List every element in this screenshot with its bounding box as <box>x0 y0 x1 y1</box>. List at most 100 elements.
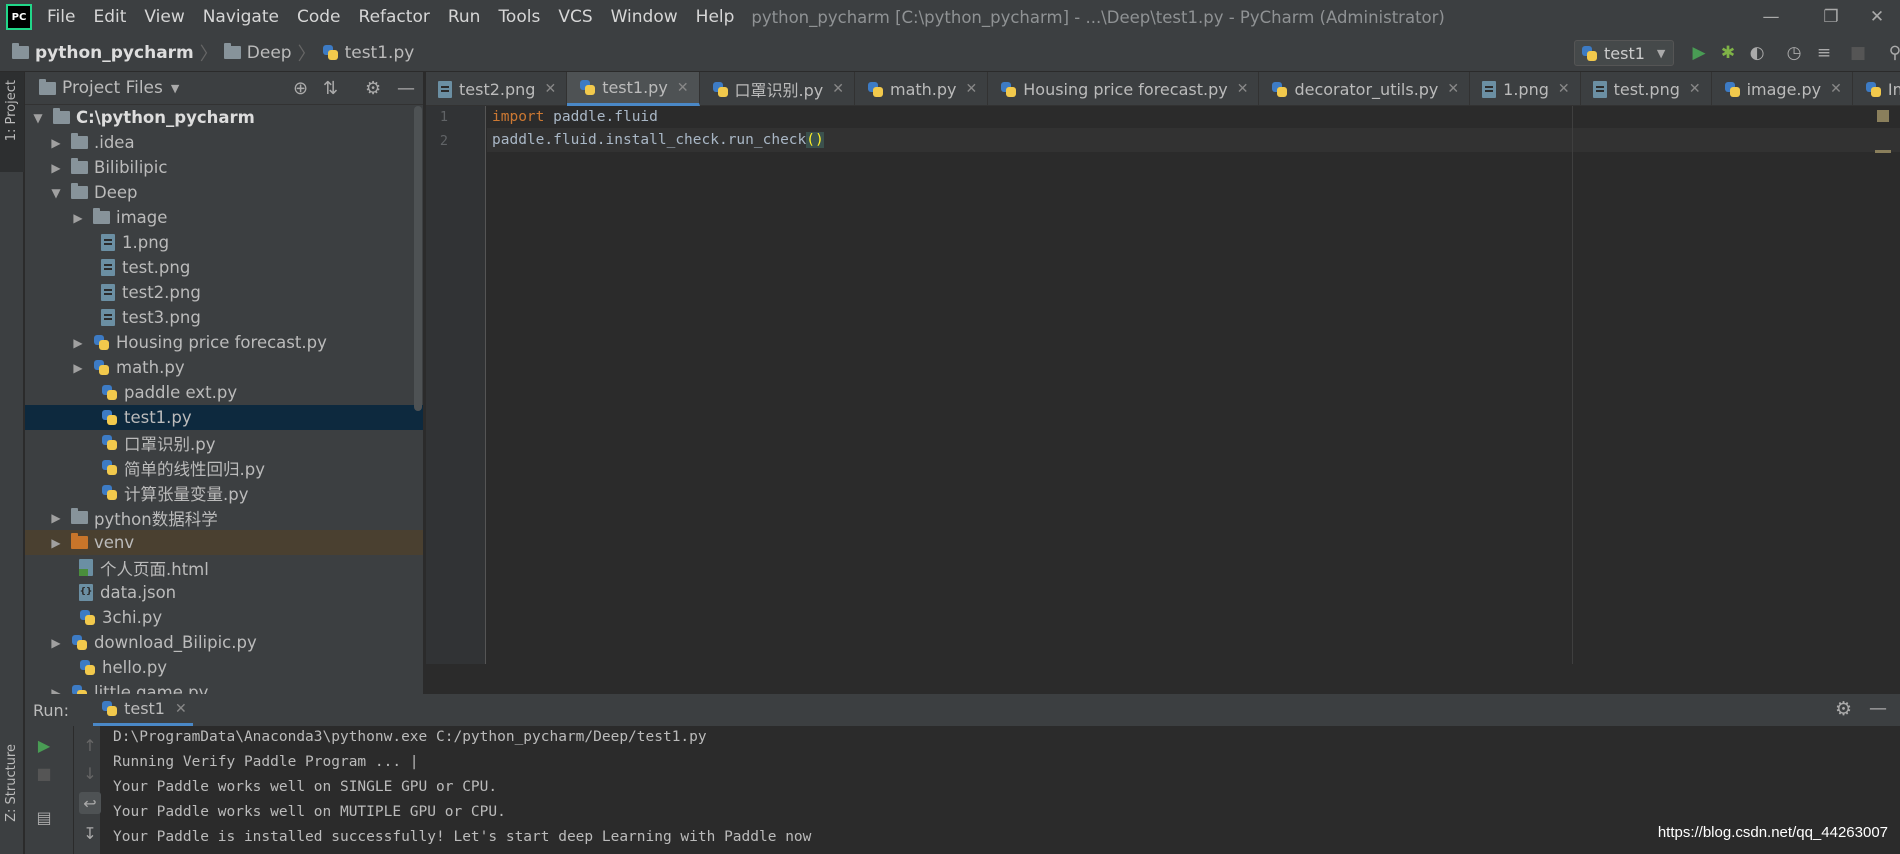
tree-row-json[interactable]: {} data.json <box>25 580 423 605</box>
collapsed-arrow-icon[interactable]: ▶ <box>49 136 63 150</box>
tree-row-littlegame[interactable]: ▶ little game.py <box>25 680 423 695</box>
expanded-arrow-icon[interactable]: ▼ <box>31 111 45 125</box>
menu-run[interactable]: Run <box>439 7 490 27</box>
stop-icon[interactable]: ■ <box>33 762 55 784</box>
run-icon[interactable]: ▶ <box>1688 42 1710 64</box>
collapsed-arrow-icon[interactable]: ▶ <box>71 361 85 375</box>
console-scrollbar[interactable] <box>1888 726 1900 854</box>
tree-row-housing[interactable]: ▶ Housing price forecast.py <box>25 330 423 355</box>
structure-stripe-label[interactable]: Z: Structure <box>4 744 19 822</box>
menu-file[interactable]: File <box>38 7 84 27</box>
menu-refactor[interactable]: Refactor <box>350 7 439 27</box>
collapsed-arrow-icon[interactable]: ▶ <box>49 511 63 525</box>
stop-icon[interactable]: ■ <box>1847 42 1869 64</box>
tab-1-png[interactable]: 1.png ✕ <box>1470 72 1581 106</box>
project-scrollbar[interactable] <box>414 106 422 411</box>
inspection-status-icon[interactable] <box>1877 110 1889 122</box>
gear-icon[interactable]: ⚙ <box>1835 698 1852 720</box>
tree-row-venv[interactable]: ▶ venv <box>25 530 423 555</box>
tree-row-mask[interactable]: 口罩识别.py <box>25 430 423 455</box>
menu-vcs[interactable]: VCS <box>549 7 601 27</box>
tree-row-3chi[interactable]: 3chi.py <box>25 605 423 630</box>
error-stripe-mark[interactable] <box>1875 150 1891 153</box>
locate-icon[interactable]: ⊕ <box>293 78 308 99</box>
pin-tab-icon[interactable]: ▤ <box>33 806 55 828</box>
tab-decorator-py[interactable]: decorator_utils.py ✕ <box>1259 72 1471 106</box>
close-icon[interactable]: ✕ <box>175 701 187 717</box>
menu-code[interactable]: Code <box>288 7 350 27</box>
collapsed-arrow-icon[interactable]: ▶ <box>49 686 63 695</box>
expanded-arrow-icon[interactable]: ▼ <box>49 186 63 200</box>
tab-test1-py[interactable]: test1.py ✕ <box>567 72 700 106</box>
breadcrumb-file[interactable]: test1.py <box>345 43 415 63</box>
tab-mask-py[interactable]: 口罩识别.py ✕ <box>700 72 855 106</box>
tree-row-image[interactable]: ▶ image <box>25 205 423 230</box>
code-line-2[interactable]: paddle.fluid.install_check.run_check() <box>492 132 824 148</box>
collapsed-arrow-icon[interactable]: ▶ <box>49 636 63 650</box>
menu-edit[interactable]: Edit <box>84 7 135 27</box>
close-icon[interactable]: ✕ <box>1854 0 1900 34</box>
gear-icon[interactable]: ⚙ <box>365 78 381 99</box>
tree-row-testpng[interactable]: test.png <box>25 255 423 280</box>
breadcrumb-root[interactable]: python_pycharm <box>35 43 194 63</box>
tree-row-test1[interactable]: test1.py <box>25 405 423 430</box>
close-icon[interactable]: ✕ <box>966 81 978 97</box>
profile-icon[interactable]: ◷ <box>1783 42 1805 64</box>
tree-row-root[interactable]: ▼ C:\python_pycharm <box>25 105 423 130</box>
collapsed-arrow-icon[interactable]: ▶ <box>71 211 85 225</box>
tree-row-paddle-ext[interactable]: paddle ext.py <box>25 380 423 405</box>
close-icon[interactable]: ✕ <box>677 80 689 96</box>
tab-test2-png[interactable]: test2.png ✕ <box>426 72 568 106</box>
close-icon[interactable]: ✕ <box>1830 81 1842 97</box>
tab-Image-py[interactable]: Image.py✕ <box>1853 72 1900 106</box>
tree-row-idea[interactable]: ▶ .idea <box>25 130 423 155</box>
tree-row-deep[interactable]: ▼ Deep <box>25 180 423 205</box>
menu-tools[interactable]: Tools <box>489 7 549 27</box>
project-view-select[interactable]: Project Files <box>62 78 163 98</box>
build-icon[interactable]: ≡ <box>1813 42 1835 64</box>
search-icon[interactable]: ⚲ <box>1884 42 1900 64</box>
breadcrumb-folder[interactable]: Deep <box>247 43 292 63</box>
close-icon[interactable]: ✕ <box>832 81 844 97</box>
menu-navigate[interactable]: Navigate <box>194 7 288 27</box>
collapse-all-icon[interactable]: ⇅ <box>323 78 338 99</box>
soft-wrap-icon[interactable]: ↩ <box>79 792 101 814</box>
tree-row-hello[interactable]: hello.py <box>25 655 423 680</box>
debug-icon[interactable]: ✱ <box>1717 42 1739 64</box>
minimize-icon[interactable]: — <box>1748 0 1794 34</box>
chevron-down-icon[interactable]: ▼ <box>171 82 179 95</box>
scroll-up-icon[interactable]: ↑ <box>79 734 101 756</box>
tab-test-png[interactable]: test.png ✕ <box>1581 72 1712 106</box>
close-icon[interactable]: ✕ <box>1689 81 1701 97</box>
rerun-icon[interactable]: ▶ <box>33 734 55 756</box>
close-icon[interactable]: ✕ <box>1447 81 1459 97</box>
coverage-icon[interactable]: ◐ <box>1746 42 1768 64</box>
close-icon[interactable]: ✕ <box>544 81 556 97</box>
tree-row-test3png[interactable]: test3.png <box>25 305 423 330</box>
close-icon[interactable]: ✕ <box>1237 81 1249 97</box>
tree-row-datascience[interactable]: ▶ python数据科学 <box>25 505 423 530</box>
tree-row-download[interactable]: ▶ download_Bilipic.py <box>25 630 423 655</box>
collapsed-arrow-icon[interactable]: ▶ <box>49 161 63 175</box>
tree-row-linear[interactable]: 简单的线性回归.py <box>25 455 423 480</box>
tree-row-tensor[interactable]: 计算张量变量.py <box>25 480 423 505</box>
close-icon[interactable]: ✕ <box>1558 81 1570 97</box>
tree-row-1png[interactable]: 1.png <box>25 230 423 255</box>
tree-row-bilibilipic[interactable]: ▶ Bilibilipic <box>25 155 423 180</box>
collapsed-arrow-icon[interactable]: ▶ <box>49 536 63 550</box>
menu-help[interactable]: Help <box>687 7 744 27</box>
menu-view[interactable]: View <box>135 7 193 27</box>
restore-icon[interactable]: ❐ <box>1808 0 1854 34</box>
run-config-select[interactable]: test1 ▼ <box>1574 40 1674 66</box>
code-line-1[interactable]: import paddle.fluid <box>492 109 658 125</box>
code-editor[interactable]: import paddle.fluid paddle.fluid.install… <box>487 106 1900 664</box>
tab-housing-py[interactable]: Housing price forecast.py ✕ <box>988 72 1260 106</box>
tree-row-test2png[interactable]: test2.png <box>25 280 423 305</box>
menu-window[interactable]: Window <box>602 7 687 27</box>
run-console[interactable]: D:\ProgramData\Anaconda3\pythonw.exe C:/… <box>108 726 1888 854</box>
scroll-down-icon[interactable]: ↓ <box>79 762 101 784</box>
tab-math-py[interactable]: math.py ✕ <box>855 72 989 106</box>
tree-row-math[interactable]: ▶ math.py <box>25 355 423 380</box>
hide-icon[interactable]: — <box>397 78 415 99</box>
hide-icon[interactable]: — <box>1869 698 1887 719</box>
